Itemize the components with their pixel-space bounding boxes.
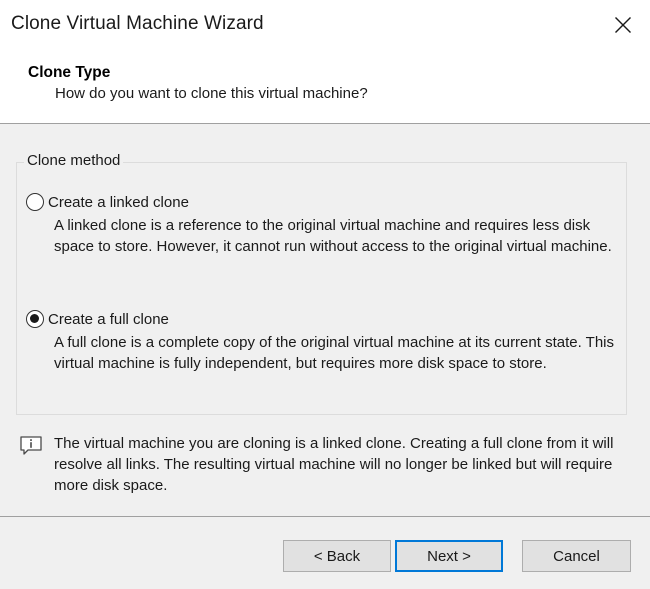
close-icon bbox=[615, 17, 631, 33]
full-clone-radio-button[interactable] bbox=[26, 310, 44, 328]
linked-clone-description: A linked clone is a reference to the ori… bbox=[54, 217, 612, 255]
close-button[interactable] bbox=[604, 6, 642, 44]
info-comment-icon bbox=[20, 436, 42, 455]
info-text: The virtual machine you are cloning is a… bbox=[54, 435, 614, 494]
title-bar: Clone Virtual Machine Wizard bbox=[0, 0, 650, 50]
linked-clone-radio-option[interactable]: Create a linked clone bbox=[26, 193, 189, 211]
clone-wizard-window: Clone Virtual Machine Wizard Clone Type … bbox=[0, 0, 650, 589]
page-title: Clone Type bbox=[28, 64, 111, 81]
back-button[interactable]: < Back bbox=[283, 540, 391, 572]
wizard-footer: < Back Next > Cancel bbox=[0, 517, 650, 589]
cancel-button[interactable]: Cancel bbox=[522, 540, 631, 572]
full-clone-description: A full clone is a complete copy of the o… bbox=[54, 334, 614, 372]
next-button[interactable]: Next > bbox=[395, 540, 503, 572]
linked-clone-radio-button[interactable] bbox=[26, 193, 44, 211]
page-subtitle: How do you want to clone this virtual ma… bbox=[55, 85, 368, 102]
full-clone-radio-option[interactable]: Create a full clone bbox=[26, 310, 169, 328]
full-clone-label[interactable]: Create a full clone bbox=[48, 311, 169, 328]
linked-clone-label[interactable]: Create a linked clone bbox=[48, 194, 189, 211]
wizard-header: Clone Type How do you want to clone this… bbox=[0, 50, 650, 123]
wizard-content: Clone method Create a linked clone A lin… bbox=[0, 124, 650, 516]
window-title: Clone Virtual Machine Wizard bbox=[11, 13, 264, 34]
clone-method-legend: Clone method bbox=[24, 152, 124, 169]
